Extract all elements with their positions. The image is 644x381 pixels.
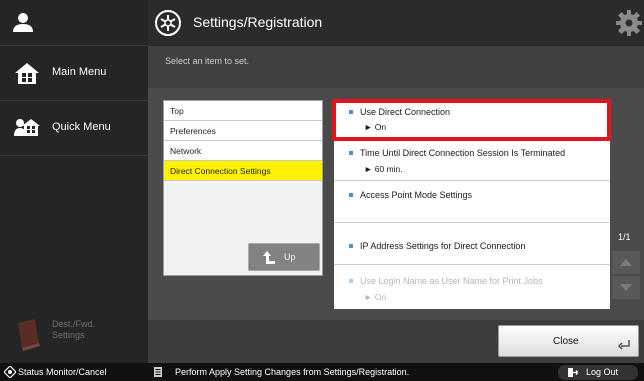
setting-value: ► On: [364, 292, 387, 302]
list-item-access-point-mode[interactable]: Access Point Mode Settings: [334, 181, 610, 223]
return-arrow-icon: [618, 340, 630, 350]
bullet-icon: [349, 151, 353, 155]
device-screen: Main Menu Quick Menu Dest./Fwd. Settings: [0, 0, 644, 381]
triangle-down-icon: [620, 284, 632, 291]
setting-name: Access Point Mode Settings: [360, 190, 473, 200]
tree-item-direct-connection-settings[interactable]: Direct Connection Settings: [164, 161, 322, 181]
list-item-ip-address-settings[interactable]: IP Address Settings for Direct Connectio…: [334, 223, 610, 265]
dest-fwd-label: Dest./Fwd. Settings: [52, 319, 96, 340]
main-menu-label: Main Menu: [52, 66, 107, 78]
close-label: Close: [553, 336, 579, 347]
status-monitor-label[interactable]: Status Monitor/Cancel: [18, 367, 107, 377]
tree-item-network[interactable]: Network: [164, 141, 322, 161]
quick-menu-button[interactable]: Quick Menu: [0, 101, 148, 156]
setting-name: Use Login Name as User Name for Print Jo…: [360, 276, 543, 286]
setting-value: ► 60 min.: [364, 164, 403, 174]
bullet-icon: [349, 244, 353, 248]
up-button[interactable]: Up: [248, 243, 320, 271]
home-icon: [15, 63, 39, 84]
quick-menu-icon: [14, 119, 40, 136]
page-indicator: 1/1: [618, 232, 631, 242]
bullet-icon: [349, 279, 353, 283]
page-title: Settings/Registration: [193, 14, 323, 30]
status-monitor-icon[interactable]: [4, 366, 16, 378]
instruction-text: Select an item to set.: [165, 56, 250, 66]
settings-registration-icon: [155, 10, 181, 36]
up-label: Up: [284, 252, 296, 262]
close-button[interactable]: Close: [498, 325, 639, 357]
quick-menu-label: Quick Menu: [52, 121, 111, 133]
action-bar: Close: [148, 320, 644, 363]
tree-item-preferences[interactable]: Preferences: [164, 121, 322, 141]
settings-tree: Top Preferences Network Direct Connectio…: [163, 100, 323, 276]
bullet-icon: [349, 193, 353, 197]
left-panel: Main Menu Quick Menu Dest./Fwd. Settings: [0, 0, 148, 363]
instruction-bar: Select an item to set.: [148, 46, 644, 88]
tree-item-top[interactable]: Top: [164, 101, 322, 121]
main-menu-button[interactable]: Main Menu: [0, 46, 148, 101]
list-item-login-name-for-print: Use Login Name as User Name for Print Jo…: [334, 265, 610, 309]
highlight-box: [332, 99, 611, 141]
scroll-down-button[interactable]: [612, 276, 640, 299]
user-button[interactable]: [0, 0, 148, 46]
header: Settings/Registration: [148, 0, 644, 46]
status-message: Perform Apply Setting Changes from Setti…: [175, 367, 410, 377]
log-out-label: Log Out: [586, 367, 619, 377]
user-icon: [13, 13, 33, 32]
list-item-session-timeout[interactable]: Time Until Direct Connection Session Is …: [334, 140, 610, 181]
setting-name: Time Until Direct Connection Session Is …: [360, 148, 566, 158]
scroll-up-button[interactable]: [612, 251, 640, 274]
triangle-up-icon: [620, 259, 632, 266]
log-out-icon: [568, 368, 578, 377]
message-icon: [154, 367, 162, 377]
book-icon: [18, 319, 40, 351]
gear-icon[interactable]: [616, 10, 642, 36]
log-out-button[interactable]: Log Out: [558, 365, 638, 380]
status-bar: Status Monitor/Cancel Perform Apply Sett…: [0, 363, 644, 381]
setting-name: IP Address Settings for Direct Connectio…: [360, 241, 526, 251]
dest-fwd-settings-button[interactable]: Dest./Fwd. Settings: [0, 308, 148, 363]
up-arrow-icon: [263, 251, 275, 264]
